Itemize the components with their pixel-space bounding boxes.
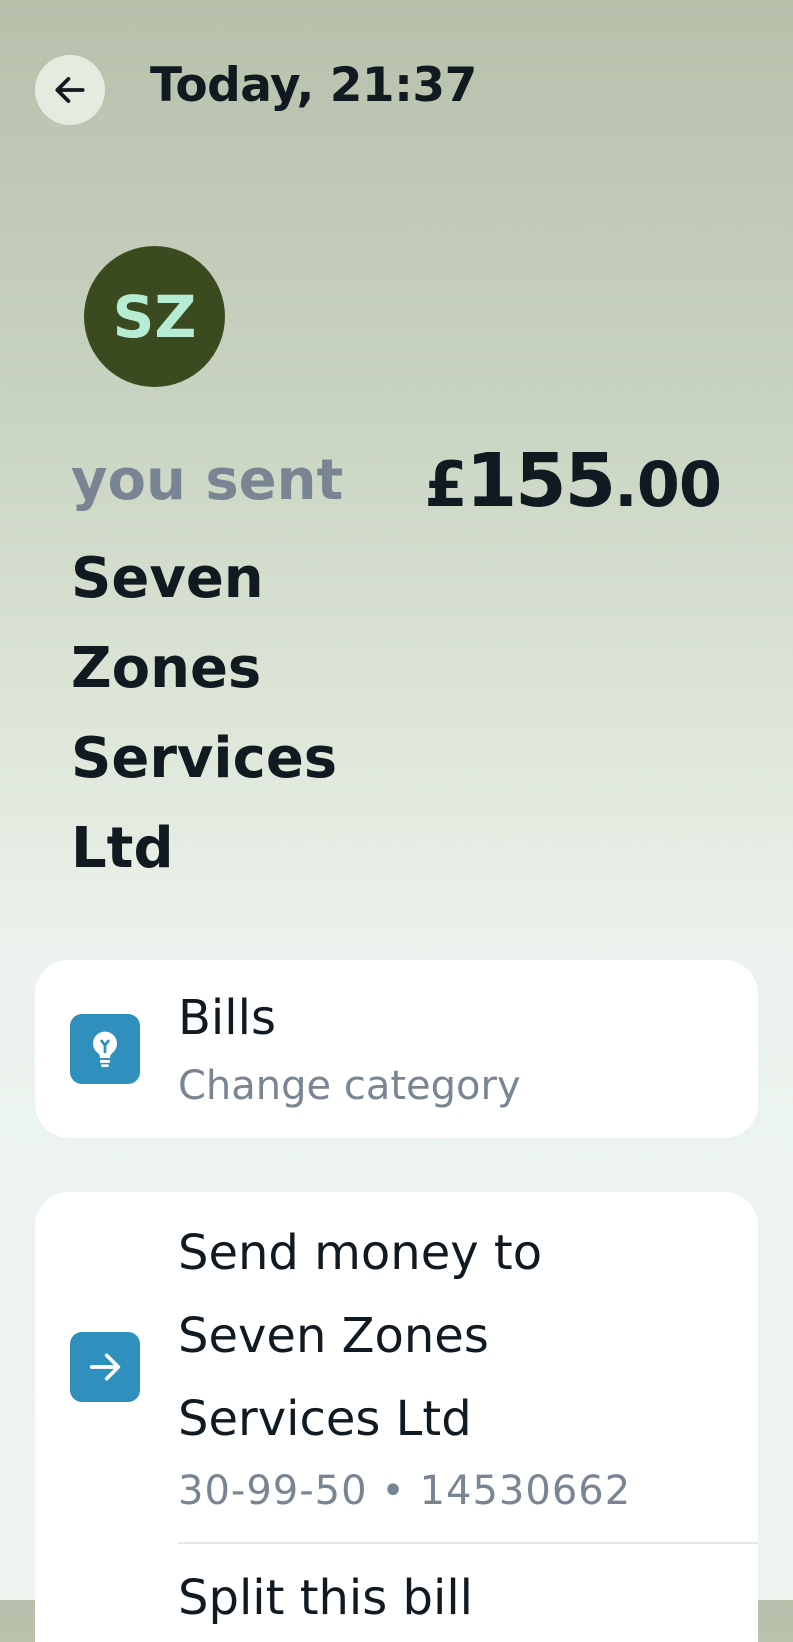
- payee-name-line: Zones: [71, 636, 262, 701]
- send-money-label: Send money to Seven Zones Services Ltd: [178, 1212, 698, 1461]
- send-money-line: Services Ltd: [178, 1391, 472, 1447]
- send-money-line: Seven Zones: [178, 1308, 489, 1364]
- split-bill-button[interactable]: Split this bill: [178, 1570, 473, 1626]
- page-title: Today, 21:37: [150, 58, 477, 113]
- amount-decimal: .00: [614, 448, 722, 521]
- payee-name-line: Ltd: [71, 816, 174, 881]
- amount: £155.00: [424, 438, 722, 524]
- payee-name: Seven Zones Services Ltd: [71, 534, 391, 894]
- payee-name-line: Seven: [71, 546, 264, 611]
- change-category-link[interactable]: Change category: [178, 1063, 521, 1109]
- lightbulb-icon: [70, 1014, 140, 1084]
- account-details: 30-99-50 • 14530662: [178, 1468, 632, 1514]
- sent-label: you sent: [71, 448, 344, 513]
- avatar: SZ: [84, 246, 225, 387]
- back-button[interactable]: [35, 55, 105, 125]
- amount-currency: £: [424, 448, 468, 521]
- send-money-card[interactable]: Send money to Seven Zones Services Ltd 3…: [35, 1192, 758, 1642]
- arrow-right-icon: [70, 1332, 140, 1402]
- arrow-left-icon: [55, 77, 85, 103]
- category-card[interactable]: Bills Change category: [35, 960, 758, 1138]
- amount-whole: 155: [465, 438, 616, 524]
- category-title: Bills: [178, 990, 276, 1046]
- payee-name-line: Services: [71, 726, 338, 791]
- divider: [178, 1542, 758, 1544]
- send-money-line: Send money to: [178, 1225, 543, 1281]
